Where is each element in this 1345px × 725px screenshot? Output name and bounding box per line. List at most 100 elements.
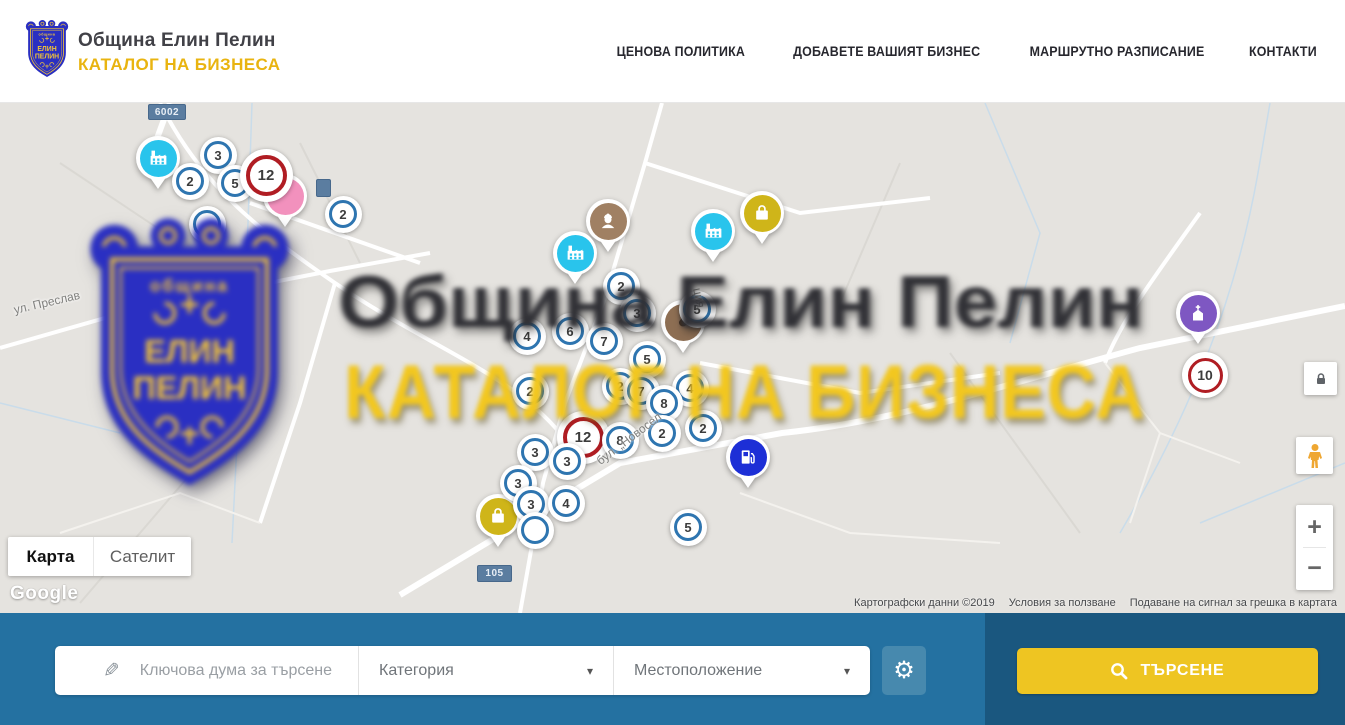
search-icon bbox=[1110, 662, 1128, 680]
cluster-count: 4 bbox=[552, 489, 580, 517]
pegman-icon bbox=[1305, 443, 1325, 469]
church-icon bbox=[1180, 295, 1217, 332]
site-title-block[interactable]: Община Елин Пелин КАТАЛОГ НА БИЗНЕСА bbox=[78, 30, 280, 75]
search-field-group: ✎ Категория ▾ Местоположение ▾ bbox=[55, 646, 870, 695]
cluster-count: 2 bbox=[329, 200, 357, 228]
cluster-count: 3 bbox=[553, 447, 581, 475]
search-button[interactable]: ТЪРСЕНЕ bbox=[1017, 648, 1318, 694]
keyword-search-input[interactable] bbox=[140, 662, 358, 680]
cluster-count bbox=[521, 516, 549, 544]
attribution-data-notice: Картографски данни ©2019 bbox=[854, 597, 995, 609]
street-view-pegman-button[interactable] bbox=[1296, 437, 1333, 474]
zoom-control: + − bbox=[1296, 505, 1333, 590]
map-cluster-marker[interactable]: 12 bbox=[240, 149, 293, 202]
svg-text:ЕЛИН: ЕЛИН bbox=[37, 46, 56, 53]
nav-item-contacts[interactable]: КОНТАКТИ bbox=[1249, 44, 1317, 59]
attribution-terms-link[interactable]: Условия за ползване bbox=[1009, 597, 1116, 609]
map-type-satellite-button[interactable]: Сателит bbox=[94, 537, 191, 576]
advanced-search-button[interactable]: ⚙ bbox=[882, 646, 926, 695]
cluster-count: 3 bbox=[204, 141, 232, 169]
svg-text:ПЕЛИН: ПЕЛИН bbox=[35, 54, 59, 61]
google-map[interactable]: 32512223546752274812822333345106002105ул… bbox=[0, 103, 1345, 613]
pin-head bbox=[691, 209, 735, 253]
map-cluster-marker[interactable]: 5 bbox=[629, 341, 666, 378]
site-subtitle: КАТАЛОГ НА БИЗНЕСА bbox=[78, 55, 280, 75]
pencil-icon: ✎ bbox=[103, 658, 120, 683]
google-logo[interactable]: Google bbox=[10, 583, 78, 605]
map-attribution: Картографски данни ©2019 Условия за полз… bbox=[854, 597, 1337, 609]
nav-item-add-business[interactable]: ДОБАВЕТЕ ВАШИЯТ БИЗНЕС bbox=[793, 44, 980, 59]
map-cluster-marker[interactable]: 2 bbox=[325, 196, 362, 233]
location-select-label: Местоположение bbox=[634, 662, 762, 680]
cluster-count bbox=[193, 210, 221, 238]
cluster-count: 5 bbox=[633, 345, 661, 373]
keyword-section: ✎ bbox=[55, 646, 358, 695]
map-cluster-marker[interactable]: 3 bbox=[549, 443, 586, 480]
map-cluster-marker[interactable]: 5 bbox=[670, 509, 707, 546]
map-pin-fuel[interactable] bbox=[726, 435, 770, 493]
pin-head bbox=[740, 191, 784, 235]
cluster-count: 5 bbox=[674, 513, 702, 541]
map-pin-factory[interactable] bbox=[553, 231, 597, 289]
cluster-count: 12 bbox=[246, 155, 287, 196]
cluster-count: 2 bbox=[176, 167, 204, 195]
site-title: Община Елин Пелин bbox=[78, 30, 280, 52]
cluster-count: 6 bbox=[556, 317, 584, 345]
map-cluster-marker[interactable] bbox=[189, 206, 226, 243]
gear-icon: ⚙ bbox=[893, 659, 915, 683]
bag-icon bbox=[480, 498, 517, 535]
cluster-count: 2 bbox=[516, 377, 544, 405]
map-cluster-marker[interactable]: 7 bbox=[586, 323, 623, 360]
main-nav: ЦЕНОВА ПОЛИТИКА ДОБАВЕТЕ ВАШИЯТ БИЗНЕС М… bbox=[611, 0, 1320, 103]
map-pin-church[interactable] bbox=[1176, 291, 1220, 349]
factory-icon bbox=[695, 213, 732, 250]
header: община ЕЛИН ПЕЛИН Община Елин Пелин КАТА… bbox=[0, 0, 1345, 103]
svg-text:община: община bbox=[39, 33, 56, 37]
map-cluster-marker[interactable]: 4 bbox=[548, 485, 585, 522]
road-badge: 105 bbox=[477, 565, 512, 582]
map-cluster-marker[interactable]: 10 bbox=[1182, 352, 1228, 398]
attribution-report-link[interactable]: Подаване на сигнал за грешка в картата bbox=[1130, 597, 1337, 609]
category-select[interactable]: Категория ▾ bbox=[359, 646, 613, 695]
map-cluster-marker[interactable]: 3 bbox=[619, 295, 656, 332]
zoom-out-button[interactable]: − bbox=[1296, 550, 1333, 586]
cluster-count: 7 bbox=[590, 327, 618, 355]
nav-item-route-schedule[interactable]: МАРШРУТНО РАЗПИСАНИЕ bbox=[1030, 44, 1205, 59]
map-type-control: Карта Сателит bbox=[8, 537, 191, 576]
business-catalog-page: община ЕЛИН ПЕЛИН Община Елин Пелин КАТА… bbox=[0, 0, 1345, 725]
location-select[interactable]: Местоположение ▾ bbox=[614, 646, 870, 695]
zoom-in-button[interactable]: + bbox=[1296, 509, 1333, 545]
road-badge bbox=[316, 179, 331, 197]
fuel-icon bbox=[730, 439, 767, 476]
map-cluster-marker[interactable]: 4 bbox=[509, 318, 546, 355]
factory-icon bbox=[140, 140, 177, 177]
map-type-map-button[interactable]: Карта bbox=[8, 537, 94, 576]
map-pin-factory[interactable] bbox=[691, 209, 735, 267]
cluster-count: 2 bbox=[689, 414, 717, 442]
chevron-down-icon: ▾ bbox=[587, 664, 593, 678]
cluster-count: 10 bbox=[1188, 358, 1223, 393]
map-cluster-marker[interactable] bbox=[517, 512, 554, 549]
cluster-count: 3 bbox=[521, 438, 549, 466]
municipality-crest-logo[interactable]: община ЕЛИН ПЕЛИН bbox=[24, 18, 70, 80]
pin-head bbox=[1176, 291, 1220, 335]
factory-icon bbox=[557, 235, 594, 272]
map-cluster-marker[interactable]: 2 bbox=[685, 410, 722, 447]
category-select-label: Категория bbox=[379, 662, 454, 680]
map-pin-bag[interactable] bbox=[740, 191, 784, 249]
search-bar: ✎ Категория ▾ Местоположение ▾ ⚙ ТЪРСЕНЕ bbox=[0, 613, 1345, 725]
map-cluster-marker[interactable]: 6 bbox=[552, 313, 589, 350]
map-cluster-marker[interactable]: 2 bbox=[172, 163, 209, 200]
nav-item-pricing[interactable]: ЦЕНОВА ПОЛИТИКА bbox=[617, 44, 746, 59]
cluster-count: 3 bbox=[623, 299, 651, 327]
map-cluster-marker[interactable]: 2 bbox=[512, 373, 549, 410]
bag-icon bbox=[744, 195, 781, 232]
search-button-label: ТЪРСЕНЕ bbox=[1140, 662, 1224, 680]
chevron-down-icon: ▾ bbox=[844, 664, 850, 678]
lock-icon bbox=[1314, 372, 1328, 386]
road-badge: 6002 bbox=[148, 104, 186, 120]
pin-head bbox=[726, 435, 770, 479]
lock-button[interactable] bbox=[1304, 362, 1337, 395]
zoom-divider bbox=[1303, 547, 1326, 548]
cluster-count: 4 bbox=[513, 322, 541, 350]
